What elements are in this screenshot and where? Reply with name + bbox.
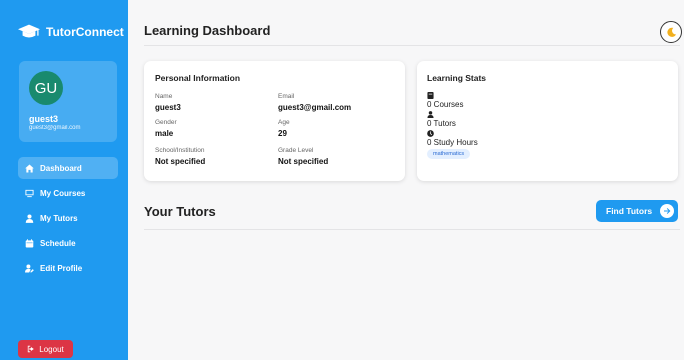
find-tutors-label: Find Tutors	[606, 206, 653, 216]
tutors-count: 0 Tutors	[427, 119, 456, 128]
arrow-right-icon	[660, 204, 674, 218]
graduation-cap-icon	[18, 24, 40, 38]
age-value: 29	[278, 129, 287, 138]
study-hours: 0 Study Hours	[427, 138, 478, 147]
sidebar-item-label: Dashboard	[40, 163, 82, 173]
home-icon	[25, 163, 34, 173]
user-edit-icon	[25, 264, 34, 273]
moon-icon	[666, 27, 676, 37]
sidebar-item-my-tutors[interactable]: My Tutors	[18, 207, 118, 229]
profile-card: GU guest3 guest3@gmail.com	[19, 61, 117, 142]
page-title: Learning Dashboard	[144, 23, 271, 38]
name-label: Name	[155, 93, 173, 100]
learning-stats-card: Learning Stats 0 Courses 0 Tutors 0 Stud…	[417, 61, 678, 181]
sidebar-item-dashboard[interactable]: Dashboard	[18, 157, 118, 179]
email-label: Email	[278, 93, 295, 100]
school-label: School/Institution	[155, 147, 205, 154]
courses-count: 0 Courses	[427, 100, 464, 109]
name-value: guest3	[155, 103, 181, 112]
subject-tag: mathematics	[427, 149, 471, 159]
user-icon	[427, 111, 434, 118]
theme-toggle-button[interactable]	[660, 21, 682, 43]
user-icon	[25, 213, 34, 223]
card-title: Personal Information	[155, 73, 241, 83]
grade-value: Not specified	[278, 157, 329, 166]
personal-info-card: Personal Information Name guest3 Email g…	[144, 61, 405, 181]
brand-name: TutorConnect	[46, 25, 124, 39]
profile-name: guest3	[29, 114, 59, 124]
calendar-icon	[25, 238, 34, 248]
sidebar-item-my-courses[interactable]: My Courses	[18, 182, 118, 204]
book-icon	[427, 92, 434, 99]
brand[interactable]: TutorConnect	[18, 24, 124, 40]
your-tutors-title: Your Tutors	[144, 204, 216, 219]
sidebar-item-label: My Tutors	[40, 213, 78, 223]
avatar: GU	[29, 71, 63, 105]
monitor-icon	[25, 189, 34, 197]
sidebar-item-schedule[interactable]: Schedule	[18, 232, 118, 254]
sidebar-item-edit-profile[interactable]: Edit Profile	[18, 257, 118, 279]
sign-out-icon	[28, 345, 35, 353]
sidebar-item-label: Schedule	[40, 238, 76, 248]
section-divider	[144, 229, 680, 230]
age-label: Age	[278, 119, 290, 126]
grade-label: Grade Level	[278, 147, 314, 154]
sidebar-item-label: Edit Profile	[40, 263, 83, 273]
gender-label: Gender	[155, 119, 177, 126]
logout-button[interactable]: Logout	[18, 340, 73, 358]
card-title: Learning Stats	[427, 73, 487, 83]
profile-email: guest3@gmail.com	[29, 125, 81, 131]
sidebar-item-label: My Courses	[40, 188, 86, 198]
find-tutors-button[interactable]: Find Tutors	[596, 200, 678, 222]
logout-label: Logout	[39, 344, 64, 354]
gender-value: male	[155, 129, 174, 138]
email-value: guest3@gmail.com	[278, 103, 352, 112]
sidebar-nav: Dashboard My Courses My Tutors Schedule …	[18, 157, 118, 282]
sidebar: TutorConnect GU guest3 guest3@gmail.com …	[0, 0, 128, 360]
header-divider	[144, 45, 680, 46]
school-value: Not specified	[155, 157, 206, 166]
clock-icon	[427, 130, 434, 137]
